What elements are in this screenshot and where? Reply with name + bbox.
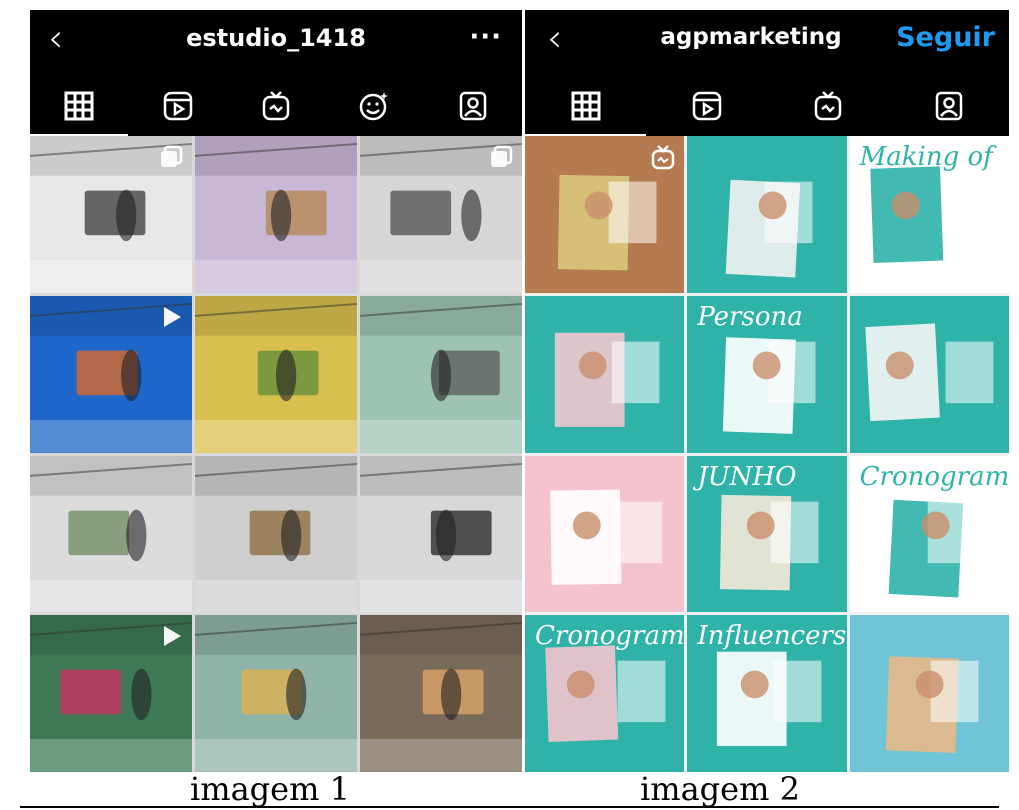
tab-reels[interactable]: [646, 78, 767, 134]
post-thumbnail: [725, 179, 813, 278]
post-tile-model-portrait[interactable]: [525, 136, 685, 293]
post-thumbnail: [30, 455, 192, 613]
reels-icon: [163, 91, 192, 121]
profile-tabs: [525, 78, 1009, 136]
post-tile-june-layout[interactable]: JUNHO: [687, 455, 847, 613]
post-tile-laptop-lilac-room[interactable]: [195, 136, 357, 293]
tile-badge: [488, 144, 514, 174]
tile-title: Cronogramas: [535, 621, 685, 652]
post-thumbnail: [195, 136, 357, 293]
effects-icon: [360, 92, 389, 121]
igtv-icon: [262, 91, 290, 121]
post-tile-making-of[interactable]: Making of: [849, 136, 1009, 293]
caption-image-2: imagem 2: [640, 770, 800, 808]
post-tile-influencers-phone[interactable]: Influencers: [687, 615, 847, 772]
post-tile-team-meeting-studio[interactable]: [30, 455, 192, 613]
post-thumbnail: [554, 332, 660, 427]
post-tile-colorful-set-crowd[interactable]: [195, 615, 357, 772]
follow-button[interactable]: Seguir: [896, 22, 995, 53]
tab-grid[interactable]: [30, 78, 129, 136]
post-tile-meeting-teal[interactable]: [687, 136, 847, 293]
post-tile-phone-preview[interactable]: [30, 295, 192, 453]
post-tile-ladder-white-set[interactable]: [195, 455, 357, 613]
tab-igtv[interactable]: [227, 78, 325, 134]
play-icon: [164, 626, 181, 647]
post-tile-post-mockup[interactable]: [849, 615, 1009, 772]
profile-header: ‹ estudio_1418 ···: [30, 10, 522, 70]
post-tile-tablet-preview[interactable]: [525, 295, 685, 453]
grid-icon: [571, 91, 600, 121]
tab-reels[interactable]: [128, 78, 226, 134]
post-tile-cronogramas-vertical[interactable]: Cronogramas: [849, 455, 1009, 613]
post-tile-studio-white-set[interactable]: [360, 136, 522, 293]
post-thumbnail: [195, 295, 357, 453]
tile-badge: [158, 144, 184, 174]
caption-image-1: imagem 1: [190, 770, 350, 808]
post-tile-cronogramas-card[interactable]: Cronogramas: [525, 615, 685, 772]
profile-panel-estudio: ‹ estudio_1418 ···: [30, 10, 522, 772]
grid-icon: [64, 91, 94, 121]
multi-icon: [491, 145, 513, 167]
multi-icon: [161, 145, 183, 167]
post-thumbnail: [885, 656, 979, 754]
divider: [20, 806, 999, 808]
post-tile-pink-layout[interactable]: [525, 455, 685, 613]
tab-tagged[interactable]: [888, 78, 1009, 134]
post-tile-studio-bw-shoot[interactable]: [30, 136, 192, 293]
post-thumbnail: [360, 455, 522, 613]
profile-header: ‹ agpmarketing Seguir: [525, 10, 1009, 70]
reels-icon: [692, 91, 721, 121]
post-grid: [30, 136, 522, 772]
tile-badge: [158, 304, 184, 334]
tab-igtv[interactable]: [767, 78, 888, 134]
post-tile-photographer-umbrella[interactable]: [360, 455, 522, 613]
post-tile-crew-pastel-set[interactable]: [360, 295, 522, 453]
post-thumbnail: [360, 615, 522, 772]
tile-title: Influencers: [697, 621, 847, 652]
tab-grid[interactable]: [525, 78, 646, 136]
post-thumbnail: [195, 455, 357, 613]
profile-username: estudio_1418: [186, 24, 366, 52]
tab-effects[interactable]: [325, 78, 423, 134]
post-thumbnail: [550, 488, 663, 585]
tagged-icon: [935, 91, 962, 121]
post-tile-backstage-lighting[interactable]: [360, 615, 522, 772]
profile-panel-agpmarketing: ‹ agpmarketing Seguir Making of Persona JU…: [525, 10, 1009, 772]
post-thumbnail: [360, 295, 522, 453]
tile-title: Persona: [697, 301, 803, 332]
post-grid: Making of Persona JUNHO Cronogramas Cronogra…: [525, 136, 1009, 772]
post-tile-model-green-wall[interactable]: [30, 615, 192, 772]
tile-badge: [650, 144, 676, 174]
tagged-icon: [459, 91, 487, 121]
tile-title: Making of: [859, 142, 993, 172]
tab-tagged[interactable]: [424, 78, 522, 134]
post-thumbnail: [865, 323, 994, 421]
igtv-icon: [652, 145, 675, 170]
post-tile-persona-collage[interactable]: [849, 295, 1009, 453]
tile-badge: [158, 623, 184, 653]
play-icon: [164, 306, 181, 327]
post-thumbnail: [195, 615, 357, 772]
tile-title: Cronogramas: [859, 461, 1009, 492]
profile-tabs: [30, 78, 522, 136]
igtv-icon: [814, 91, 841, 121]
post-tile-laptop-color-backdrop[interactable]: [195, 295, 357, 453]
post-tile-persona-board[interactable]: Persona: [687, 295, 847, 453]
more-options-icon[interactable]: ···: [469, 22, 502, 52]
tile-title: JUNHO: [697, 461, 797, 492]
